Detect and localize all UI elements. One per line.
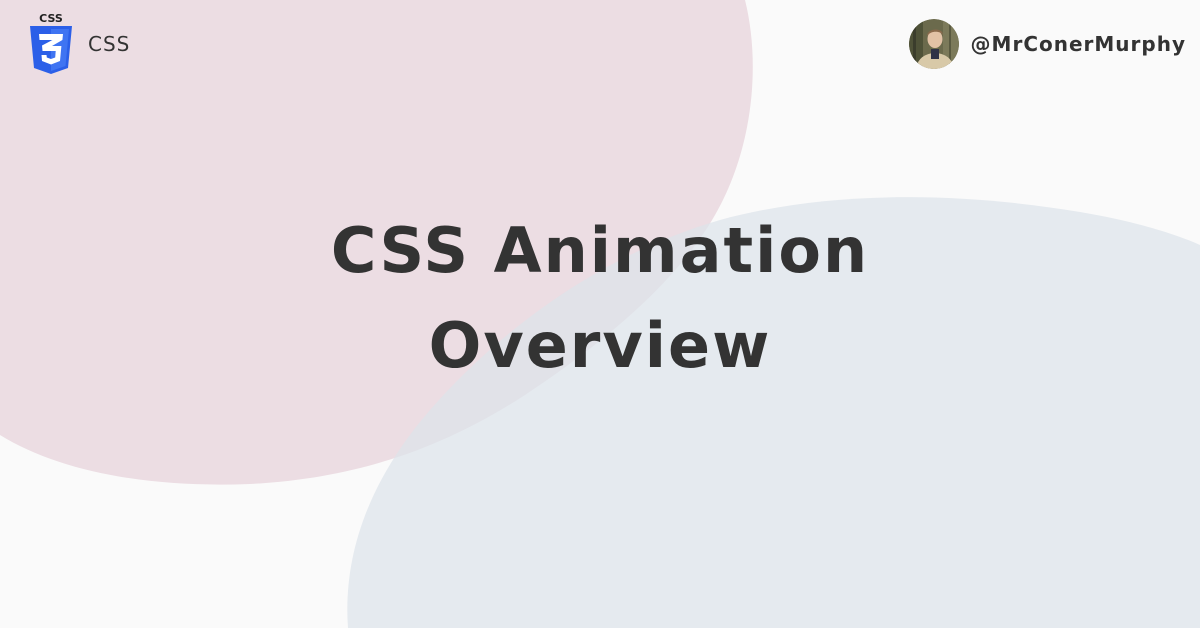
avatar [908, 19, 959, 69]
author: @MrConerMurphy [908, 18, 1186, 70]
page-title: CSS Animation Overview [0, 203, 1200, 393]
title-line-2: Overview [428, 309, 772, 382]
css-three-glyph [39, 34, 63, 65]
social-card: CSS CSS @MrConerMurphy CSS Animation Ove… [0, 0, 1200, 628]
title-line-1: CSS Animation [330, 214, 870, 287]
css3-logo-icon: CSS [30, 12, 72, 74]
topic-label: CSS [88, 32, 131, 56]
css-badge-text: CSS [39, 12, 63, 25]
topic-tag: CSS CSS [28, 10, 130, 76]
author-handle: @MrConerMurphy [970, 32, 1186, 56]
